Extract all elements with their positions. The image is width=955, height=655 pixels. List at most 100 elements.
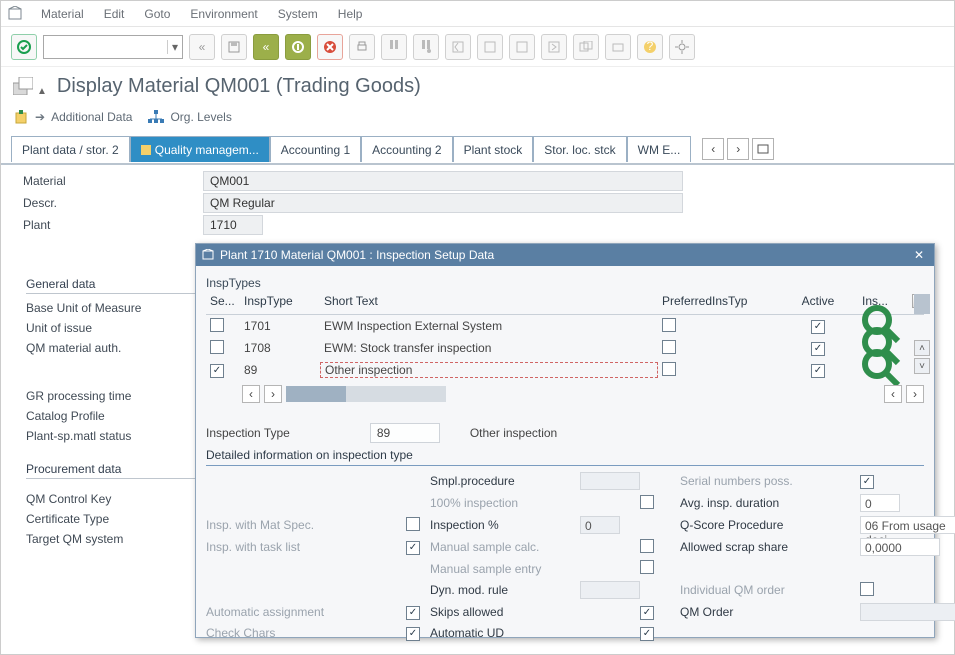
new-session-button[interactable]: [573, 34, 599, 60]
menu-environment[interactable]: Environment: [180, 3, 267, 25]
save-button[interactable]: [221, 34, 247, 60]
insp-with-task-list-checkbox[interactable]: ✓: [406, 541, 420, 555]
menu-material[interactable]: Material: [31, 3, 94, 25]
prev-page-button[interactable]: [477, 34, 503, 60]
customize-button[interactable]: [669, 34, 695, 60]
table-row[interactable]: 1701 EWM Inspection External System ✓: [206, 315, 924, 337]
dropdown-indicator-icon[interactable]: ▲: [37, 86, 47, 97]
preferred-checkbox[interactable]: [662, 340, 676, 354]
org-levels-button[interactable]: Org. Levels: [148, 110, 231, 124]
menu-goto[interactable]: Goto: [134, 3, 180, 25]
table-row[interactable]: 1708 EWM: Stock transfer inspection ✓: [206, 337, 924, 359]
scroll-up-icon[interactable]: ˄: [914, 340, 930, 356]
automatic-assignment-checkbox[interactable]: ✓: [406, 606, 420, 620]
dialog-title-icon: [202, 249, 214, 261]
dyn-mod-rule-field[interactable]: [580, 581, 640, 599]
grid-vertical-scroll[interactable]: ˄ ˅: [914, 294, 930, 374]
serial-numbers-poss-checkbox[interactable]: ✓: [860, 475, 874, 489]
short-text-cell: EWM Inspection External System: [320, 319, 658, 333]
avg-insp-duration-field[interactable]: 0: [860, 494, 900, 512]
back-green-button[interactable]: «: [253, 34, 279, 60]
active-checkbox[interactable]: ✓: [811, 342, 825, 356]
row-select-checkbox[interactable]: [210, 318, 224, 332]
individual-qm-order-checkbox[interactable]: [860, 582, 874, 596]
tab-plant-stock[interactable]: Plant stock: [453, 136, 534, 162]
exit-green-button[interactable]: [285, 34, 311, 60]
allowed-scrap-share-field[interactable]: 0,0000: [860, 538, 940, 556]
find-next-button[interactable]: [413, 34, 439, 60]
qm-order-field[interactable]: [860, 603, 955, 621]
generate-shortcut-button[interactable]: [605, 34, 631, 60]
dialog-close-button[interactable]: ✕: [910, 246, 928, 264]
col-select[interactable]: Se...: [206, 294, 240, 311]
descr-field[interactable]: QM Regular: [203, 193, 683, 213]
tab-plant-data-stor-2[interactable]: Plant data / stor. 2: [11, 136, 130, 162]
qscore-procedure-field[interactable]: 06 From usage deci...: [860, 516, 955, 534]
hscroll-track[interactable]: [286, 386, 446, 402]
col-insptype[interactable]: InspType: [240, 294, 320, 311]
command-field[interactable]: ▾: [43, 35, 183, 59]
hundred-pct-inspection-checkbox[interactable]: [640, 495, 654, 509]
insp-with-mat-spec-checkbox[interactable]: [406, 517, 420, 531]
menu-edit[interactable]: Edit: [94, 3, 135, 25]
manual-sample-entry-checkbox[interactable]: [640, 560, 654, 574]
tab-wm[interactable]: WM E...: [627, 136, 692, 162]
tabs-scroll-right[interactable]: ›: [727, 138, 749, 160]
tab-quality-management[interactable]: Quality managem...: [130, 136, 270, 162]
enter-button[interactable]: [11, 34, 37, 60]
row-select-checkbox[interactable]: ✓: [210, 364, 224, 378]
hscroll-right-far[interactable]: ›: [906, 385, 924, 403]
dyn-mod-rule-label: Dyn. mod. rule: [430, 583, 580, 597]
plant-field[interactable]: 1710: [203, 215, 263, 235]
last-page-button[interactable]: [541, 34, 567, 60]
first-page-button[interactable]: [445, 34, 471, 60]
col-short-text[interactable]: Short Text: [320, 294, 658, 311]
table-row[interactable]: ✓ 89 Other inspection ✓: [206, 359, 924, 381]
cancel-button[interactable]: [317, 34, 343, 60]
scrollbar-thumb[interactable]: [914, 294, 930, 314]
smpl-procedure-field[interactable]: [580, 472, 640, 490]
grid-horizontal-scroll: ‹ › ‹ ›: [206, 381, 924, 409]
skips-allowed-checkbox[interactable]: ✓: [640, 606, 654, 620]
row-select-checkbox[interactable]: [210, 340, 224, 354]
automatic-ud-checkbox[interactable]: ✓: [640, 627, 654, 641]
tab-accounting-1[interactable]: Accounting 1: [270, 136, 361, 162]
menu-help[interactable]: Help: [328, 3, 373, 25]
title-bar: ▲ Display Material QM001 (Trading Goods): [1, 67, 954, 105]
tabs-scroll-left[interactable]: ‹: [702, 138, 724, 160]
dialog-titlebar[interactable]: Plant 1710 Material QM001 : Inspection S…: [196, 244, 934, 266]
tabs-list-button[interactable]: [752, 138, 774, 160]
col-active[interactable]: Active: [778, 294, 858, 311]
scroll-down-icon[interactable]: ˅: [914, 358, 930, 374]
command-dropdown-icon[interactable]: ▾: [167, 40, 178, 54]
menu-system[interactable]: System: [268, 3, 328, 25]
individual-qm-order-label: Individual QM order: [680, 583, 860, 597]
hscroll-thumb[interactable]: [286, 386, 346, 402]
col-preferred[interactable]: PreferredInsTyp: [658, 294, 778, 311]
material-field[interactable]: QM001: [203, 171, 683, 191]
inspection-type-field[interactable]: 89: [370, 423, 440, 443]
check-chars-checkbox[interactable]: ✓: [406, 627, 420, 641]
tab-stor-loc-stck[interactable]: Stor. loc. stck: [533, 136, 626, 162]
hscroll-left-far[interactable]: ‹: [884, 385, 902, 403]
print-button[interactable]: [349, 34, 375, 60]
hscroll-right[interactable]: ›: [264, 385, 282, 403]
tab-accounting-2[interactable]: Accounting 2: [361, 136, 452, 162]
insptype-cell: 1701: [240, 319, 320, 333]
inspection-type-text: Other inspection: [470, 426, 557, 440]
active-checkbox[interactable]: ✓: [811, 320, 825, 334]
manual-sample-entry-label: Manual sample entry: [430, 562, 580, 576]
manual-sample-calc-checkbox[interactable]: [640, 539, 654, 553]
additional-data-button[interactable]: ➔ Additional Data: [15, 110, 132, 124]
qm-control-key-label: QM Control Key: [26, 489, 196, 509]
hscroll-left[interactable]: ‹: [242, 385, 260, 403]
back-button[interactable]: «: [189, 34, 215, 60]
inspection-pct-field[interactable]: 0: [580, 516, 620, 534]
active-checkbox[interactable]: ✓: [811, 364, 825, 378]
preferred-checkbox[interactable]: [662, 318, 676, 332]
help-button[interactable]: ?: [637, 34, 663, 60]
next-page-button[interactable]: [509, 34, 535, 60]
find-button[interactable]: [381, 34, 407, 60]
preferred-checkbox[interactable]: [662, 362, 676, 376]
short-text-cell[interactable]: Other inspection: [320, 362, 658, 378]
